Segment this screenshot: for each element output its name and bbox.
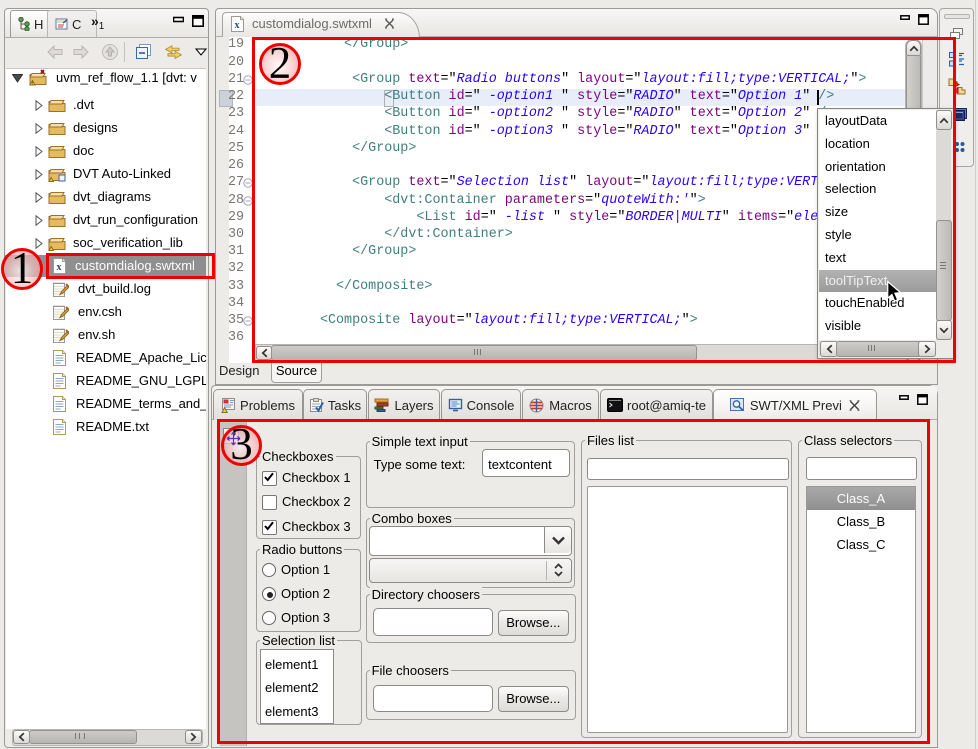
svg-text:x: x: [235, 20, 240, 31]
svg-text:!: !: [32, 81, 33, 86]
